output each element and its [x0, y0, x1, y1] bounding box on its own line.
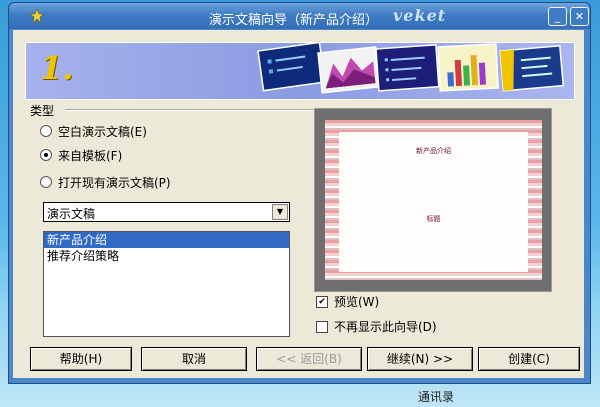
banner-illustration [257, 43, 565, 94]
window-title: 演示文稿向导（新产品介绍） [209, 13, 379, 28]
radio-label: 来自模板(F) [58, 148, 123, 163]
group-divider [65, 109, 313, 111]
radio-label: 打开现有演示文稿(P) [58, 175, 171, 190]
checkbox-label: 不再显示此向导(D) [334, 320, 437, 334]
checkbox-label: 预览(W) [334, 295, 380, 309]
wizard-banner: 1. [25, 42, 575, 100]
title-bar[interactable]: 演示文稿向导（新产品介绍） veket _ ✕ [9, 3, 590, 29]
close-button[interactable]: ✕ [570, 7, 589, 26]
radio-blank-presentation[interactable]: 空白演示文稿(E) [40, 123, 147, 139]
list-item[interactable]: 推荐介绍策略 [44, 248, 289, 264]
desktop-icon-label[interactable]: 通讯录 [418, 388, 454, 405]
next-button[interactable]: 继续(N) >> [367, 347, 473, 371]
template-listbox[interactable]: 新产品介绍 推荐介绍策略 [43, 231, 290, 337]
slide-content-area: 新产品介绍 标题 [339, 132, 528, 272]
checkbox-unchecked[interactable] [316, 320, 328, 333]
radio-label: 空白演示文稿(E) [58, 124, 147, 139]
checkbox-checked[interactable]: ✔ [316, 295, 328, 308]
slide-subtitle: 标题 [426, 215, 441, 223]
list-item[interactable]: 新产品介绍 [44, 232, 289, 248]
type-group-label: 类型 [30, 104, 55, 118]
template-preview: 新产品介绍 标题 [314, 108, 552, 292]
template-category-select[interactable]: 演示文稿 ▼ [43, 202, 290, 222]
show-preview-checkbox-row[interactable]: ✔ 预览(W) [316, 293, 379, 310]
wizard-window: 演示文稿向导（新产品介绍） veket _ ✕ 1. 类型 空白演示文稿(E) … [8, 2, 591, 384]
minimize-button[interactable]: _ [548, 7, 567, 26]
preview-slide: 新产品介绍 标题 [325, 120, 542, 280]
chevron-down-icon[interactable]: ▼ [272, 204, 288, 220]
back-button[interactable]: << 返回(B) [256, 347, 362, 371]
radio-from-template[interactable]: 来自模板(F) [40, 147, 122, 163]
radio-button[interactable] [40, 149, 52, 161]
radio-open-existing[interactable]: 打开现有演示文稿(P) [40, 174, 171, 190]
radio-button[interactable] [40, 125, 52, 137]
radio-button[interactable] [40, 176, 52, 188]
create-button[interactable]: 创建(C) [478, 347, 580, 371]
app-icon [29, 8, 45, 24]
wizard-client-area: 1. 类型 空白演示文稿(E) 来自模板(F) 打开现有演示文稿(P) 演示文稿… [13, 30, 584, 378]
help-button[interactable]: 帮助(H) [30, 347, 132, 371]
dont-show-again-checkbox-row[interactable]: 不再显示此向导(D) [316, 318, 437, 335]
cancel-button[interactable]: 取消 [141, 347, 247, 371]
brand-logo: veket [393, 6, 447, 25]
slide-title: 新产品介绍 [416, 147, 451, 155]
template-category-value: 演示文稿 [47, 207, 96, 221]
